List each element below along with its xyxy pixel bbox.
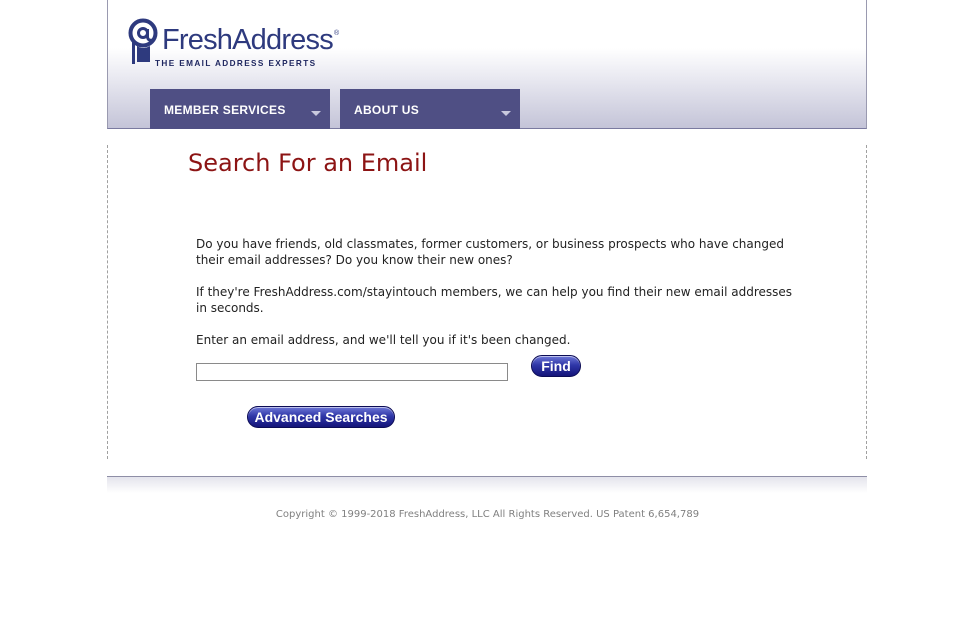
chevron-down-icon	[501, 111, 511, 116]
site-header: FreshAddress ® THE EMAIL ADDRESS EXPERTS…	[107, 0, 867, 129]
page-title: Search For an Email	[188, 149, 428, 177]
footer-divider	[107, 476, 867, 493]
email-search-input[interactable]	[196, 363, 508, 381]
copyright-text: Copyright © 1999-2018 FreshAddress, LLC …	[275, 509, 700, 520]
members-paragraph: If they're FreshAddress.com/stayintouch …	[196, 285, 793, 315]
main-content: Search For an Email Do you have friends,…	[107, 145, 867, 459]
logo-tagline: THE EMAIL ADDRESS EXPERTS	[155, 59, 317, 68]
advanced-searches-button[interactable]: Advanced Searches	[247, 406, 395, 428]
registered-mark: ®	[334, 30, 340, 37]
nav-tab-about-us[interactable]: ABOUT US	[340, 89, 520, 129]
find-button[interactable]: Find	[531, 355, 581, 377]
logo-wordmark: FreshAddress	[162, 24, 334, 56]
nav-tab-member-services[interactable]: MEMBER SERVICES	[150, 89, 330, 129]
nav-tab-label: ABOUT US	[354, 103, 420, 117]
instruction-paragraph: Enter an email address, and we'll tell y…	[196, 333, 571, 347]
chevron-down-icon	[311, 111, 321, 116]
intro-paragraph: Do you have friends, old classmates, for…	[196, 237, 784, 267]
nav-tab-label: MEMBER SERVICES	[164, 103, 286, 117]
freshaddress-logo[interactable]: FreshAddress ® THE EMAIL ADDRESS EXPERTS	[128, 16, 343, 72]
